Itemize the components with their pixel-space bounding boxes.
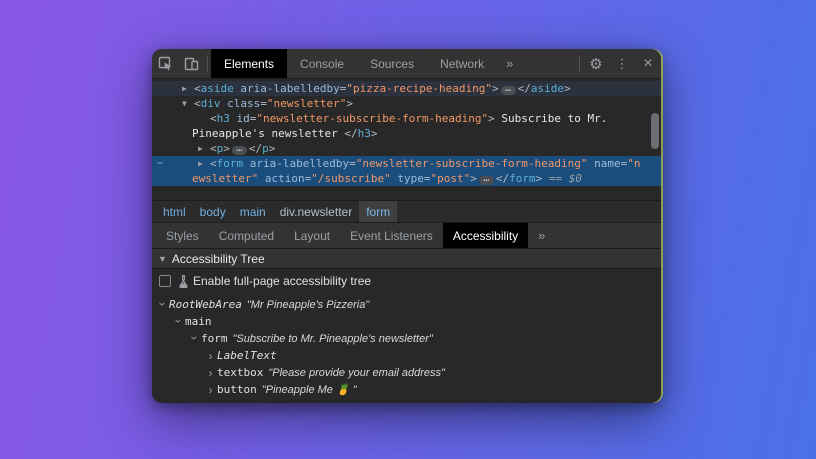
breadcrumb-body[interactable]: body — [193, 201, 233, 222]
close-icon[interactable]: × — [635, 49, 661, 78]
tab-computed[interactable]: Computed — [209, 223, 284, 248]
breadcrumb: htmlbodymaindiv.newsletterform — [152, 200, 661, 222]
tab-layout[interactable]: Layout — [284, 223, 340, 248]
tab-sources[interactable]: Sources — [357, 49, 427, 78]
ax-name: "Subscribe to Mr. Pineapple's newsletter… — [233, 333, 433, 345]
tab-network[interactable]: Network — [427, 49, 497, 78]
inline-expand-ellipsis-icon[interactable]: … — [501, 86, 516, 95]
toolbar-divider — [207, 55, 208, 72]
tab-elements[interactable]: Elements — [211, 49, 287, 78]
chevron-right-icon[interactable]: › — [204, 366, 217, 380]
ax-name: "Mr Pineapple's Pizzeria" — [247, 299, 369, 311]
close-icon-glyph: × — [643, 55, 652, 73]
tree-node-rootwebarea[interactable]: ›RootWebArea "Mr Pineapple's Pizzeria" — [152, 296, 661, 313]
section-expand-arrow-icon: ▼ — [158, 254, 167, 264]
inline-expand-ellipsis-icon[interactable]: … — [479, 176, 494, 185]
expand-arrow-icon[interactable]: ▼ — [182, 96, 194, 111]
ax-name: "Please provide your email address" — [268, 367, 445, 379]
collapse-arrow-icon[interactable]: ▶ — [182, 81, 194, 96]
device-toolbar-icon[interactable] — [178, 49, 204, 78]
ax-role: LabelText — [217, 349, 277, 362]
settings-gear-icon[interactable]: ⚙ — [583, 49, 609, 78]
chevron-down-icon[interactable]: › — [156, 297, 170, 310]
kebab-menu-icon[interactable]: ⋮ — [609, 49, 635, 78]
kebab-menu-icon-glyph: ⋮ — [616, 56, 629, 72]
breadcrumb-div-newsletter[interactable]: div.newsletter — [273, 201, 359, 222]
tab-console[interactable]: Console — [287, 49, 357, 78]
tab-event-listeners[interactable]: Event Listeners — [340, 223, 443, 248]
devtools-toolbar: ElementsConsoleSourcesNetwork» ⚙ ⋮ × — [152, 49, 661, 79]
dom-node-h3-wrap[interactable]: Pineapple's newsletter </h3> — [152, 126, 661, 141]
vertical-scrollbar-thumb[interactable] — [651, 113, 659, 149]
devtools-window: ElementsConsoleSourcesNetwork» ⚙⋮× ▶<asi… — [152, 49, 661, 403]
breadcrumb-main[interactable]: main — [233, 201, 273, 222]
toolbar-right-icons: ⚙ ⋮ × — [576, 49, 661, 78]
more-sidebar-tabs-button[interactable]: » — [528, 223, 555, 248]
dom-node-div-newsletter[interactable]: ▼<div class="newsletter"> — [152, 96, 661, 111]
ax-role: button — [217, 383, 257, 396]
inline-expand-ellipsis-icon[interactable]: … — [232, 146, 247, 155]
dom-node-form[interactable]: ⋯▶<form aria-labelledby="newsletter-subs… — [152, 156, 661, 171]
tab-accessibility[interactable]: Accessibility — [443, 223, 528, 248]
ax-role: form — [201, 332, 228, 345]
chevron-down-icon[interactable]: › — [188, 331, 202, 344]
dom-node-form-wrap[interactable]: ewsletter" action="/subscribe" type="pos… — [152, 171, 661, 186]
inspect-element-icon[interactable] — [152, 49, 178, 78]
section-title: Accessibility Tree — [172, 252, 265, 266]
elements-dom-tree: ▶<aside aria-labelledby="pizza-recipe-he… — [152, 79, 661, 200]
chevron-down-icon[interactable]: › — [172, 314, 186, 327]
collapse-arrow-icon[interactable]: ▶ — [198, 141, 210, 156]
accessibility-tree-section-header[interactable]: ▼ Accessibility Tree — [152, 248, 661, 269]
ax-role: RootWebArea — [169, 298, 242, 311]
dom-node-p[interactable]: ▶<p>…</p> — [152, 141, 661, 156]
breadcrumb-form[interactable]: form — [359, 201, 397, 222]
enable-fullpage-ax-tree-checkbox[interactable] — [159, 275, 171, 287]
breadcrumb-html[interactable]: html — [156, 201, 193, 222]
ax-role: main — [185, 315, 212, 328]
tree-node-button[interactable]: ›button "Pineapple Me 🍍 " — [152, 381, 661, 398]
tree-node-form[interactable]: ›form "Subscribe to Mr. Pineapple's newsl… — [152, 330, 661, 347]
panel-tabs: ElementsConsoleSourcesNetwork» — [211, 49, 522, 78]
tab-styles[interactable]: Styles — [156, 223, 209, 248]
ax-role: textbox — [217, 366, 263, 379]
experiment-flask-icon — [178, 275, 189, 288]
dom-node-h3[interactable]: <h3 id="newsletter-subscribe-form-headin… — [152, 111, 661, 126]
toolbar-divider — [579, 55, 580, 72]
tree-node-textbox[interactable]: ›textbox "Please provide your email addre… — [152, 364, 661, 381]
row-actions-dots-icon[interactable]: ⋯ — [157, 156, 164, 171]
collapse-arrow-icon[interactable]: ▶ — [198, 156, 210, 171]
enable-fullpage-ax-tree-label: Enable full-page accessibility tree — [193, 274, 371, 288]
tree-node-labeltext[interactable]: ›LabelText — [152, 347, 661, 364]
ax-name: "Pineapple Me 🍍 " — [262, 383, 357, 396]
dom-node-aside[interactable]: ▶<aside aria-labelledby="pizza-recipe-he… — [152, 81, 661, 96]
chevron-right-icon[interactable]: › — [204, 383, 217, 397]
settings-gear-icon-glyph: ⚙ — [589, 55, 602, 73]
chevron-right-icon[interactable]: › — [204, 349, 217, 363]
accessibility-tree: ›RootWebArea"Mr Pineapple's Pizzeria"›ma… — [152, 293, 661, 398]
sidebar-tabs: StylesComputedLayoutEvent ListenersAcces… — [152, 222, 661, 248]
tree-node-main[interactable]: ›main — [152, 313, 661, 330]
enable-fullpage-ax-tree-row: Enable full-page accessibility tree — [152, 269, 661, 293]
more-tabs-button[interactable]: » — [497, 49, 522, 78]
